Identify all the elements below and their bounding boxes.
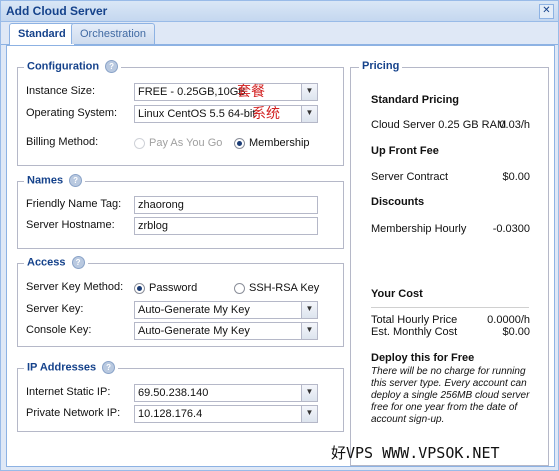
help-icon[interactable]: ? [102,361,116,374]
password-label: Password [149,282,198,294]
operating-system-select[interactable]: Linux CentOS 5.5 64-bit ▼ [134,105,318,123]
server-key-value: Auto-Generate My Key [138,304,250,316]
console-key-value: Auto-Generate My Key [138,325,250,337]
membership-label: Membership [249,137,310,149]
configuration-legend: Configuration? [24,60,122,73]
console-key-select[interactable]: Auto-Generate My Key ▼ [134,322,318,340]
chevron-down-icon[interactable]: ▼ [301,106,317,122]
server-key-method-label: Server Key Method: [26,281,124,293]
deploy-free-text: There will be no charge for running this… [371,366,530,425]
server-contract-value: $0.00 [502,171,530,183]
tab-standard[interactable]: Standard [9,23,75,45]
server-hostname-label: Server Hostname: [26,219,115,231]
friendly-name-tag-label: Friendly Name Tag: [26,198,122,210]
server-hostname-value: zrblog [138,220,168,232]
server-key-select[interactable]: Auto-Generate My Key ▼ [134,301,318,319]
internet-static-ip-select[interactable]: 69.50.238.140 ▼ [134,384,318,402]
operating-system-annotation: 系统 [252,105,280,121]
server-contract-label: Server Contract [371,171,449,183]
help-icon[interactable]: ? [69,174,83,187]
chevron-down-icon[interactable]: ▼ [301,406,317,422]
pay-as-you-go-radio[interactable] [134,138,145,149]
instance-size-select[interactable]: FREE - 0.25GB,10GB ▼ [134,83,318,101]
friendly-name-tag-input[interactable]: zhaorong [134,196,318,214]
watermark: 好VPS WWW.VPSOK.NET [331,444,500,462]
close-icon[interactable]: ✕ [539,4,554,19]
operating-system-value: Linux CentOS 5.5 64-bit [138,108,256,120]
private-network-ip-label: Private Network IP: [26,407,121,419]
tab-orchestration[interactable]: Orchestration [71,23,156,44]
friendly-name-tag-value: zhaorong [138,199,184,211]
access-title: Access [27,256,66,269]
title-bar[interactable]: Add Cloud Server ✕ [1,1,558,22]
standard-pricing-label: Cloud Server 0.25 GB RAM [371,119,507,131]
help-icon[interactable]: ? [71,256,85,269]
instance-size-value: FREE - 0.25GB,10GB [138,86,246,98]
pay-as-you-go-label: Pay As You Go [149,137,223,149]
standard-pricing-value: 0.03/h [499,119,530,131]
up-front-fee-heading: Up Front Fee [371,145,439,157]
membership-radio[interactable] [234,138,245,149]
pricing-legend: Pricing [359,60,403,72]
internet-static-ip-value: 69.50.238.140 [138,387,209,399]
configuration-title: Configuration [27,60,100,73]
total-hourly-price-value: 0.0000/h [487,314,530,326]
private-network-ip-select[interactable]: 10.128.176.4 ▼ [134,405,318,423]
names-title: Names [27,174,64,187]
chevron-down-icon[interactable]: ▼ [301,84,317,100]
window-title: Add Cloud Server [6,4,108,18]
operating-system-label: Operating System: [26,107,118,119]
billing-method-label: Billing Method: [26,136,99,148]
chevron-down-icon[interactable]: ▼ [301,323,317,339]
membership-hourly-value: -0.0300 [492,223,530,235]
server-key-label: Server Key: [26,303,84,315]
add-cloud-server-window: Add Cloud Server ✕ Standard Orchestratio… [0,0,559,471]
chevron-down-icon[interactable]: ▼ [301,302,317,318]
deploy-free-heading: Deploy this for Free [371,352,475,364]
names-legend: Names? [24,174,86,187]
chevron-down-icon[interactable]: ▼ [301,385,317,401]
est-monthly-cost-value: $0.00 [502,326,530,338]
ip-addresses-title: IP Addresses [27,361,97,374]
tab-strip: Standard Orchestration [1,22,558,45]
ssh-rsa-key-radio[interactable] [234,283,245,294]
your-cost-heading: Your Cost [371,288,423,300]
membership-hourly-label: Membership Hourly [371,223,467,235]
names-section: Names? [17,174,344,249]
ssh-rsa-key-label: SSH-RSA Key [249,282,320,294]
discounts-heading: Discounts [371,196,425,208]
pricing-section: Pricing Standard Pricing Cloud Server 0.… [350,60,549,466]
total-hourly-price-label: Total Hourly Price [371,314,458,326]
internet-static-ip-label: Internet Static IP: [26,386,111,398]
console-key-label: Console Key: [26,324,92,336]
instance-size-annotation: 套餐 [237,83,265,99]
password-radio[interactable] [134,283,145,294]
instance-size-label: Instance Size: [26,85,96,97]
server-hostname-input[interactable]: zrblog [134,217,318,235]
access-legend: Access? [24,256,88,269]
private-network-ip-value: 10.128.176.4 [138,408,203,420]
est-monthly-cost-label: Est. Monthly Cost [371,326,458,338]
divider [371,307,529,308]
ip-addresses-legend: IP Addresses? [24,361,119,374]
standard-pricing-heading: Standard Pricing [371,94,460,106]
help-icon[interactable]: ? [105,60,119,73]
